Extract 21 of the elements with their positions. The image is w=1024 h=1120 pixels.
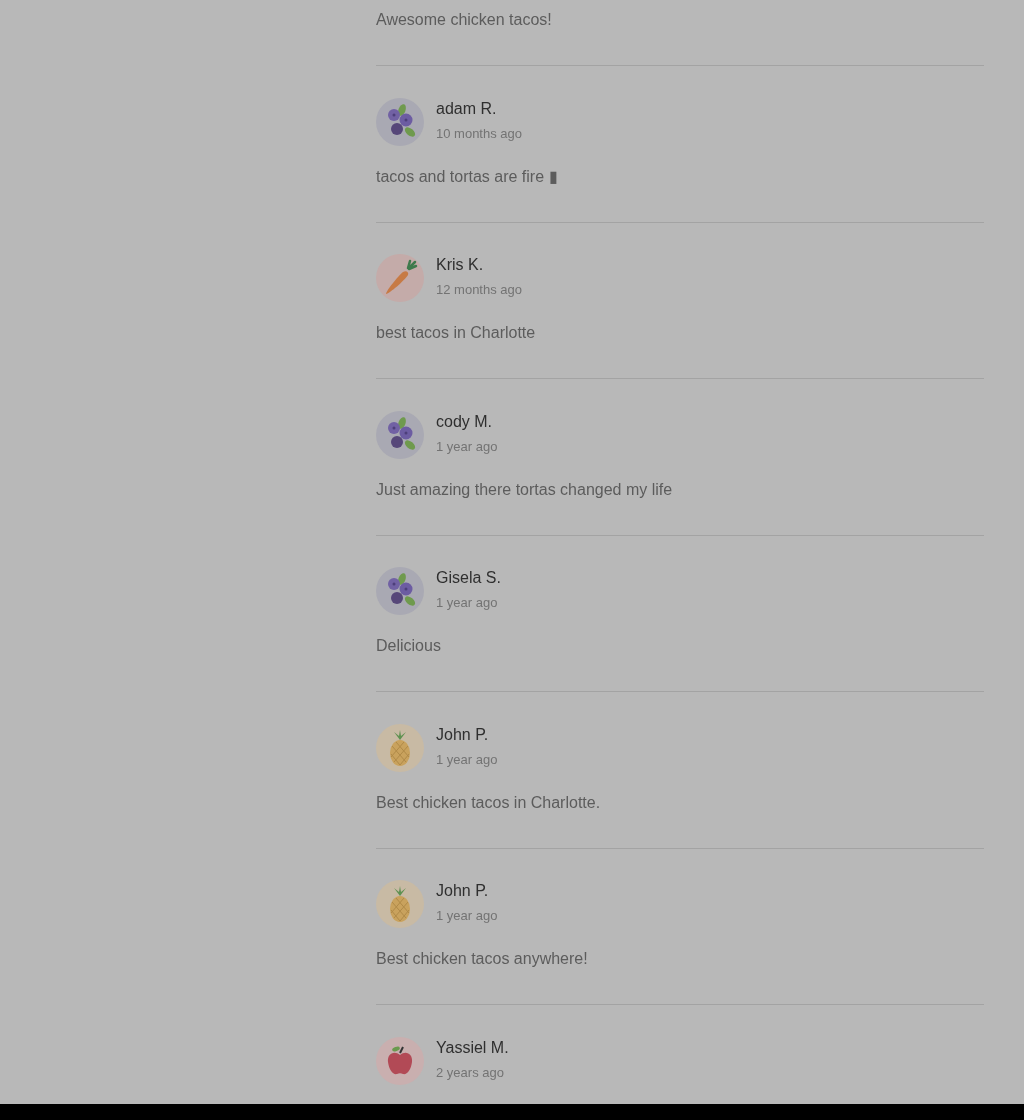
review-date: 2 years ago: [436, 1063, 505, 1082]
reviewer-name: John P.: [436, 881, 490, 901]
review-text: tacos and tortas are fire ▮: [376, 166, 559, 187]
review-date: 12 months ago: [436, 281, 522, 299]
review-text: Awesome chicken tacos!: [376, 10, 553, 30]
review-date: 1 year ago: [436, 907, 498, 925]
review-date: 1 year ago: [436, 750, 498, 769]
review-text: Delicious: [376, 636, 442, 656]
review-date: 10 months ago: [436, 124, 522, 143]
review-date: 1 year ago: [436, 594, 499, 612]
reviewer-name: Gisela S.: [436, 568, 501, 588]
reviewer-name: adam R.: [436, 98, 498, 119]
reviewer-name: cody M.: [436, 411, 493, 432]
review-text: Best chicken tacos anywhere!: [376, 949, 589, 969]
reviewer-name: John P.: [436, 724, 490, 745]
review-text: Just amazing there tortas changed my life: [376, 479, 674, 500]
review-date: 1 year ago: [436, 437, 498, 456]
reviewer-name: Kris K.: [436, 255, 485, 275]
review-text: Best chicken tacos in Charlotte.: [376, 792, 602, 813]
reviewer-name: Yassiel M.: [436, 1037, 509, 1058]
review-text: best tacos in Charlotte: [376, 323, 537, 343]
